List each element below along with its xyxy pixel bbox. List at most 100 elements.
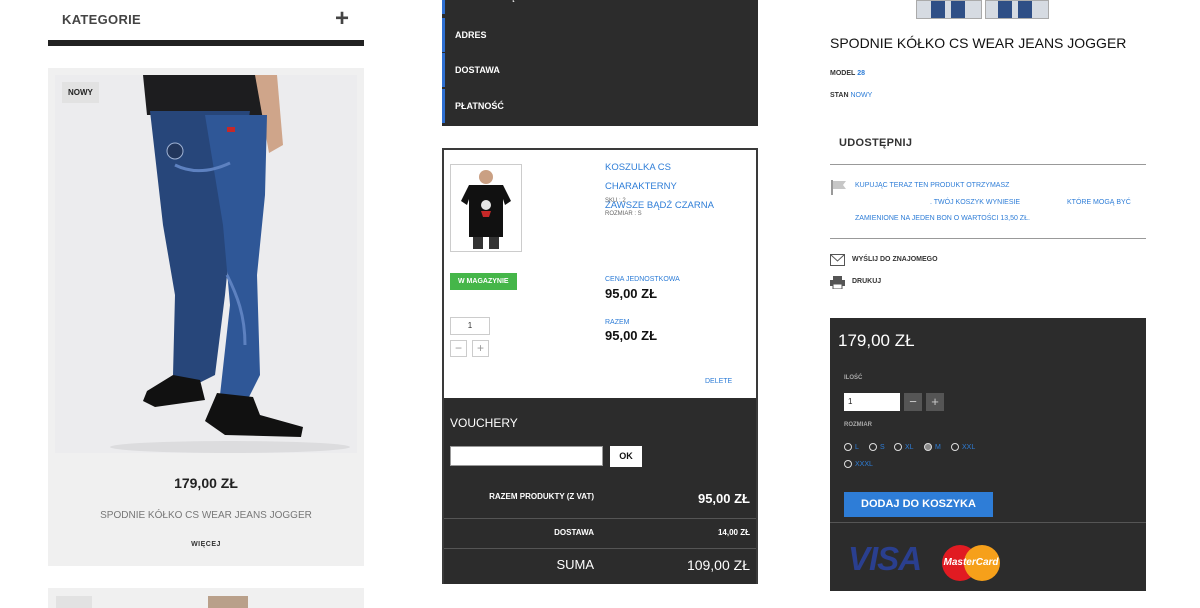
sum-label: SUMA xyxy=(556,557,594,572)
radio-icon[interactable] xyxy=(844,460,852,468)
total-label: RAZEM xyxy=(605,319,630,326)
more-link[interactable]: WIĘCEJ xyxy=(48,541,364,548)
new-badge-partial xyxy=(56,596,92,608)
categories-title: KATEGORIE xyxy=(62,12,142,27)
gallery-thumb-2[interactable] xyxy=(985,0,1049,19)
step-address[interactable]: ADRES xyxy=(442,18,758,52)
step-shipping[interactable]: DOSTAWA xyxy=(442,53,758,87)
products-total-value: 95,00 ZŁ xyxy=(697,491,750,506)
gallery-thumb-1[interactable] xyxy=(916,0,982,19)
categories-header[interactable]: KATEGORIE + xyxy=(48,0,364,46)
buy-box: 179,00 ZŁ ILOŚĆ 1 − + ROZMIAR L S XL M X… xyxy=(830,318,1146,591)
product-title: SPODNIE KÓŁKO CS WEAR JEANS JOGGER xyxy=(830,35,1127,51)
thumb-2-jeans xyxy=(998,1,1012,18)
shipping-row: DOSTAWA 14,00 ZŁ xyxy=(444,518,756,549)
quantity-label: ILOŚĆ xyxy=(844,375,863,381)
plus-icon[interactable]: + xyxy=(335,4,349,34)
cart-panel: KOSZULKA CS CHARAKTERNY ZAWSZE BĄDŹ CZAR… xyxy=(442,148,758,584)
loyalty-promo-line1: KUPUJĄC TERAZ TEN PRODUKT OTRZYMASZ xyxy=(855,182,1010,189)
visa-logo: VISA xyxy=(848,540,922,577)
cart-item-name-line1[interactable]: KOSZULKA CS CHARAKTERNY xyxy=(605,158,745,196)
model-label: MODEL xyxy=(830,70,856,77)
mastercard-logo: MasterCard xyxy=(940,544,1002,582)
unit-price: 95,00 ZŁ xyxy=(605,286,658,301)
size-option-xl[interactable]: XL xyxy=(894,443,914,451)
radio-icon[interactable] xyxy=(869,443,877,451)
products-total-label: RAZEM PRODUKTY (Z VAT) xyxy=(489,492,594,501)
product-condition: STAN NOWY xyxy=(830,92,872,99)
size-xxxl-label: XXXL xyxy=(855,461,873,468)
shipping-value: 14,00 ZŁ xyxy=(717,528,750,537)
shipping-label: DOSTAWA xyxy=(554,528,594,537)
thumb-1-jeans xyxy=(931,1,945,18)
divider xyxy=(830,522,1146,523)
envelope-icon xyxy=(830,253,845,271)
loyalty-promo-line3: ZAMIENIONE NA JEDEN BON O WARTOŚCI 13,50… xyxy=(855,215,1030,222)
size-xxl-label: XXL xyxy=(962,444,976,451)
thumb-2-jeans-2 xyxy=(1018,1,1032,18)
radio-selected-icon[interactable] xyxy=(924,443,932,451)
delete-link[interactable]: DELETE xyxy=(705,378,732,385)
quantity-input[interactable]: 1 xyxy=(450,317,490,335)
buy-quantity-decrease-button[interactable]: − xyxy=(904,393,922,411)
mastercard-label: MasterCard xyxy=(943,557,999,568)
radio-icon[interactable] xyxy=(894,443,902,451)
printer-icon xyxy=(830,276,845,294)
voucher-input[interactable] xyxy=(450,446,603,466)
model-value: 28 xyxy=(857,70,866,77)
print-link[interactable]: DRUKUJ xyxy=(852,278,881,285)
voucher-title: VOUCHERY xyxy=(450,416,518,430)
radio-icon[interactable] xyxy=(844,443,852,451)
sum-value: 109,00 ZŁ xyxy=(686,557,750,573)
checkout-steps: ZALOGUJ SIĘ ADRES DOSTAWA PŁATNOŚĆ xyxy=(442,0,758,126)
size-xl-label: XL xyxy=(905,444,914,451)
stock-badge: W MAGAZYNIE xyxy=(450,273,517,290)
condition-label: STAN xyxy=(830,92,849,99)
size-option-xxl[interactable]: XXL xyxy=(951,443,975,451)
divider xyxy=(830,164,1146,165)
product-name[interactable]: SPODNIE KÓŁKO CS WEAR JEANS JOGGER xyxy=(48,510,364,521)
size-m-label: M xyxy=(935,444,941,451)
product-image[interactable]: NOWY xyxy=(55,75,357,453)
send-to-friend-link[interactable]: WYŚLIJ DO ZNAJOMEGO xyxy=(852,256,938,263)
loyalty-promo-line2a: . TWÓJ KOSZYK WYNIESIE xyxy=(930,199,1021,206)
flag-icon xyxy=(830,179,848,200)
tshirt-image xyxy=(451,165,521,251)
products-total-row: RAZEM PRODUKTY (Z VAT) 95,00 ZŁ xyxy=(444,484,756,518)
divider xyxy=(830,238,1146,239)
cart-item-sku: SKU : 2 xyxy=(605,198,626,204)
unit-price-label: CENA JEDNOSTKOWA xyxy=(605,276,680,283)
loyalty-promo-line2b: KTÓRE MOGĄ BYĆ xyxy=(1067,199,1131,206)
size-option-xxxl[interactable]: XXXL xyxy=(844,460,873,468)
sum-row: SUMA 109,00 ZŁ xyxy=(444,548,756,583)
item-total: 95,00 ZŁ xyxy=(605,328,658,343)
size-l-label: L xyxy=(855,444,859,451)
share-heading: UDOSTĘPNIJ xyxy=(839,137,913,149)
quantity-decrease-button[interactable]: − xyxy=(450,340,467,357)
buy-price: 179,00 ZŁ xyxy=(838,331,915,350)
size-label: ROZMIAR xyxy=(844,422,872,428)
size-option-m[interactable]: M xyxy=(924,443,941,451)
product-card[interactable]: NOWY 179,00 ZŁ SPODNIE KÓŁKO CS WEAR JEA… xyxy=(48,68,364,566)
new-badge: NOWY xyxy=(62,82,99,103)
size-s-label: S xyxy=(880,444,885,451)
product-card-next[interactable] xyxy=(48,588,364,608)
step-payment[interactable]: PŁATNOŚĆ xyxy=(442,89,758,123)
cart-item-image[interactable] xyxy=(450,164,522,252)
cart-item-name[interactable]: KOSZULKA CS CHARAKTERNY ZAWSZE BĄDŹ CZAR… xyxy=(605,158,745,215)
radio-icon[interactable] xyxy=(951,443,959,451)
size-option-l[interactable]: L xyxy=(844,443,859,451)
buy-quantity-input[interactable]: 1 xyxy=(844,393,900,411)
jeans-model-image xyxy=(55,75,357,453)
cart-summary: VOUCHERY OK RAZEM PRODUKTY (Z VAT) 95,00… xyxy=(444,398,756,584)
cart-item-size: ROZMIAR : S xyxy=(605,211,642,217)
size-option-s[interactable]: S xyxy=(869,443,885,451)
product-model: MODEL 28 xyxy=(830,70,865,77)
product-image-partial xyxy=(208,596,248,608)
buy-quantity-increase-button[interactable]: + xyxy=(926,393,944,411)
quantity-increase-button[interactable]: + xyxy=(472,340,489,357)
voucher-ok-button[interactable]: OK xyxy=(610,446,642,467)
add-to-cart-button[interactable]: DODAJ DO KOSZYKA xyxy=(844,492,993,517)
product-price: 179,00 ZŁ xyxy=(174,475,238,491)
step-login[interactable]: ZALOGUJ SIĘ xyxy=(442,0,758,14)
